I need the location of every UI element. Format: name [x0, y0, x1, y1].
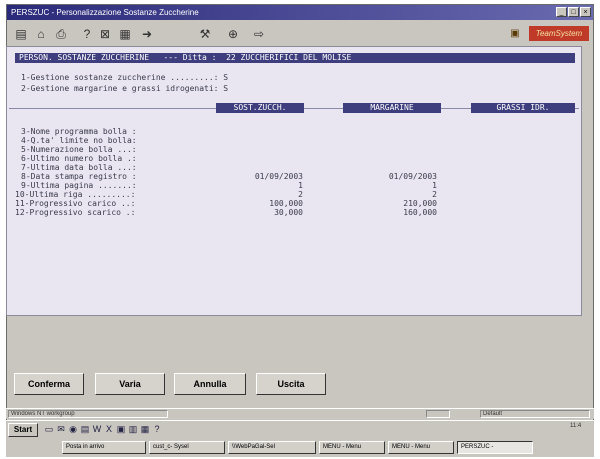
print-icon[interactable]: ⎙	[53, 26, 69, 42]
field-label: 10-Ultima riga .........:	[15, 190, 136, 199]
field-label: 12-Progressivo scarico .:	[15, 208, 136, 217]
cancel-button[interactable]: Annulla	[174, 373, 246, 395]
maximize-button[interactable]: □	[568, 7, 579, 17]
exit-icon[interactable]: ⇨	[251, 26, 267, 42]
minimize-button[interactable]: _	[556, 7, 567, 17]
column-header-sugar: SOST.ZUCCH.	[216, 103, 304, 113]
column-header-fats: GRASSI IDR.	[471, 103, 575, 113]
field-value[interactable]: 100,000	[213, 199, 303, 208]
field-value[interactable]: 2	[347, 190, 437, 199]
dict-icon[interactable]: ▣	[507, 27, 523, 41]
title-bar: PERSZUC - Personalizzazione Sostanze Zuc…	[7, 5, 593, 20]
status-bar: Windows NT workgroup Default	[6, 408, 594, 419]
word-icon[interactable]: W	[92, 423, 102, 435]
status-left: Windows NT workgroup	[8, 410, 168, 418]
terminal-icon[interactable]: ▦	[140, 423, 150, 435]
field-value[interactable]: 2	[213, 190, 303, 199]
app-icon[interactable]: ▣	[116, 423, 126, 435]
home-icon[interactable]: ⌂	[33, 26, 49, 42]
field-label: 7-Ultima data bolla ...:	[21, 163, 137, 172]
field-value[interactable]: 1	[213, 181, 303, 190]
tools-icon[interactable]: ⚒	[197, 26, 213, 42]
field-value[interactable]: 30,000	[213, 208, 303, 217]
field-label: 4-Q.ta' limite no bolla:	[21, 136, 137, 145]
clock: 11:4	[570, 423, 582, 429]
run-icon[interactable]: ➜	[139, 26, 155, 42]
field-label: 5-Numerazione bolla ...:	[21, 145, 137, 154]
field-label: 6-Ultimo numero bolla .:	[21, 154, 137, 163]
field-value[interactable]: 01/09/2003	[347, 172, 437, 181]
screen-header: PERSON. SOSTANZE ZUCCHERINE --- Ditta : …	[15, 53, 575, 63]
task-button[interactable]: \\WebPaGal-Sel	[228, 441, 316, 454]
excel-icon[interactable]: X	[104, 423, 114, 435]
browser-icon[interactable]: ◉	[68, 423, 78, 435]
menu-icon[interactable]: ▤	[13, 26, 29, 42]
task-button[interactable]: MENU - Menu	[319, 441, 385, 454]
system-tray: 11:4	[570, 423, 592, 453]
chart-icon[interactable]: ▥	[128, 423, 138, 435]
toolbar: ▤ ⌂ ⎙ ? ⊠ ▦ ➜ ⚒ ⊕ ⇨ ▣ TeamSystem	[7, 20, 593, 48]
mail-icon[interactable]: ✉	[56, 423, 66, 435]
field-label: 9-Ultima pagina .......:	[21, 181, 137, 190]
task-button-active[interactable]: PERSZUC -	[457, 441, 533, 454]
column-header-margarine: MARGARINE	[343, 103, 441, 113]
desktop-icon[interactable]: ▭	[44, 423, 54, 435]
task-button[interactable]: cust_c- Sysel	[149, 441, 225, 454]
exit-button[interactable]: Uscita	[256, 373, 326, 395]
folder-icon[interactable]: ▤	[80, 423, 90, 435]
help-quick-icon[interactable]: ?	[152, 423, 162, 435]
task-button[interactable]: Posta in arrivo	[62, 441, 146, 454]
field-value[interactable]: 160,000	[347, 208, 437, 217]
task-button[interactable]: MENU - Menu	[388, 441, 454, 454]
web-icon[interactable]: ⊕	[225, 26, 241, 42]
confirm-button[interactable]: Conferma	[14, 373, 84, 395]
menu-option[interactable]: 2-Gestione margarine e grassi idrogenati…	[21, 84, 228, 93]
terminal-screen: PERSON. SOSTANZE ZUCCHERINE --- Ditta : …	[6, 46, 582, 316]
close-button[interactable]: ×	[580, 7, 591, 17]
help-icon[interactable]: ?	[79, 26, 95, 42]
field-value[interactable]: 210,000	[347, 199, 437, 208]
field-value[interactable]: 1	[347, 181, 437, 190]
status-spacer	[426, 410, 450, 418]
field-label: 3-Nome programma bolla :	[21, 127, 137, 136]
menu-option[interactable]: 1-Gestione sostanze zuccherine .........…	[21, 73, 228, 82]
status-right: Default	[480, 410, 590, 418]
taskbar: Start ▭ ✉ ◉ ▤ W X ▣ ▥ ▦ ? Posta in arriv…	[6, 420, 594, 457]
window-controls: _ □ ×	[556, 7, 591, 17]
field-value[interactable]: 01/09/2003	[213, 172, 303, 181]
field-label: 11-Progressivo carico ..:	[15, 199, 136, 208]
brand-logo: TeamSystem	[529, 26, 589, 41]
vary-button[interactable]: Varia	[95, 373, 165, 395]
grid-icon[interactable]: ▦	[117, 26, 133, 42]
window-title: PERSZUC - Personalizzazione Sostanze Zuc…	[11, 8, 199, 17]
start-button[interactable]: Start	[8, 423, 38, 437]
field-label: 8-Data stampa registro :	[21, 172, 137, 181]
calc-icon[interactable]: ⊠	[97, 26, 113, 42]
